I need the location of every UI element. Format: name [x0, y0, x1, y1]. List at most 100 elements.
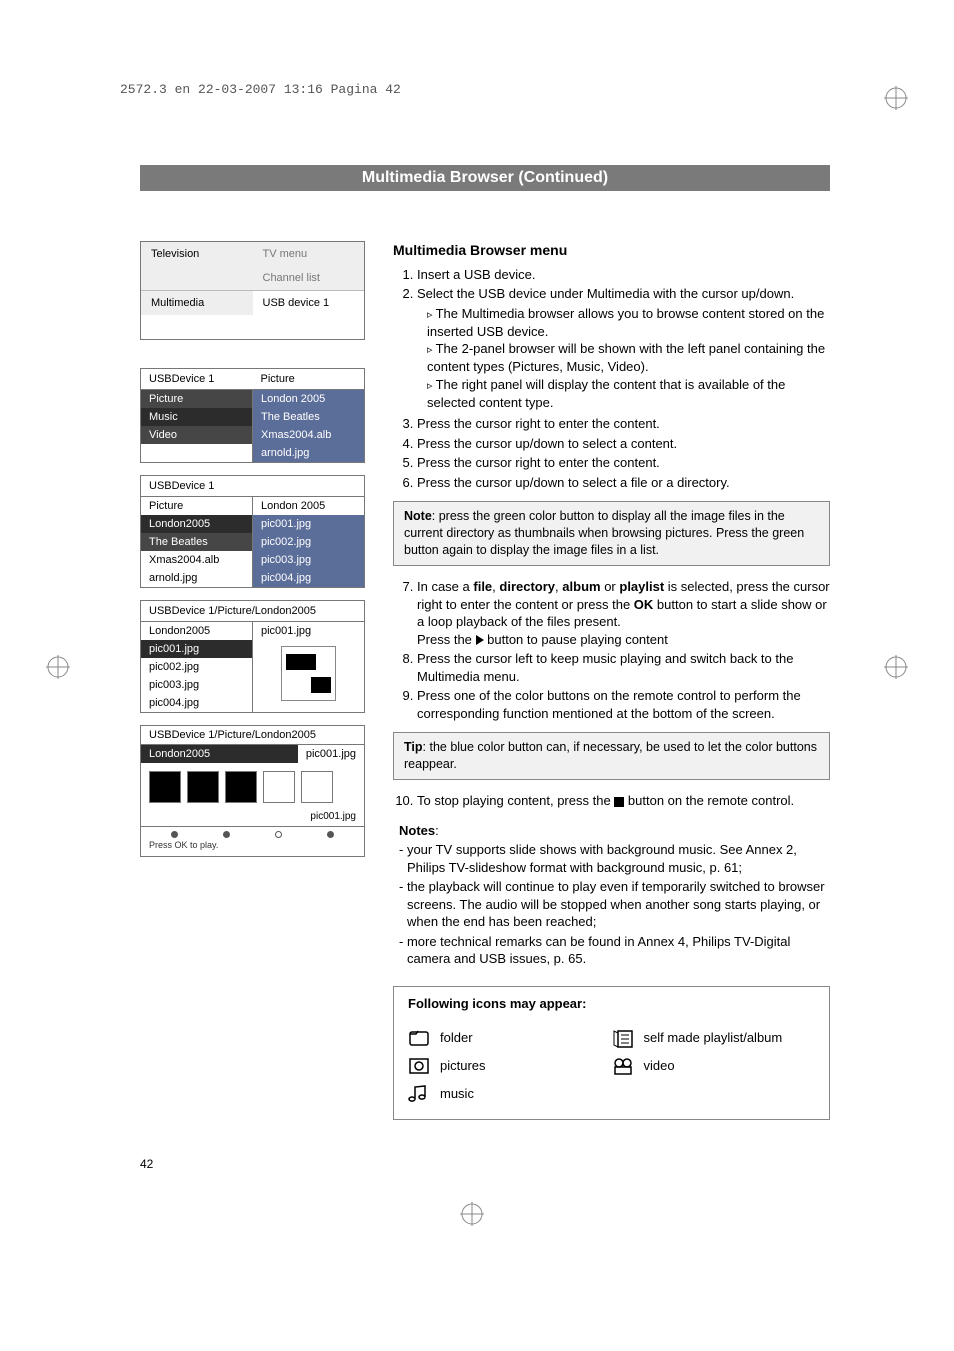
browser-panel-3: USBDevice 1/Picture/London2005 London200…: [140, 600, 365, 713]
b1-right-0: London 2005: [253, 390, 364, 408]
b1-head-left: USBDevice 1: [141, 369, 253, 389]
note-box-1: Note: press the green color button to di…: [393, 501, 830, 566]
music-icon: [408, 1083, 430, 1105]
b4-left: London2005: [141, 745, 298, 763]
b2-right-0: pic001.jpg: [253, 515, 364, 533]
video-icon: [612, 1055, 634, 1077]
play-icon: [476, 635, 484, 645]
notes-section: Notes: - your TV supports slide shows wi…: [393, 822, 830, 968]
instructions-list: Insert a USB device. Select the USB devi…: [393, 266, 830, 491]
step-2: Select the USB device under Multimedia w…: [417, 285, 830, 411]
dot-yellow-icon: [275, 831, 282, 838]
b1-left-2: Video: [141, 426, 252, 444]
right-column: Multimedia Browser menu Insert a USB dev…: [393, 241, 830, 1120]
notes-item: - the playback will continue to play eve…: [407, 878, 830, 931]
step-7: In case a file, directory, album or play…: [417, 578, 830, 648]
step-2-sub: The right panel will display the content…: [427, 376, 830, 411]
b1-right-3: arnold.jpg: [253, 444, 364, 462]
step-2-sub: The 2-panel browser will be shown with t…: [427, 340, 830, 375]
tv-menu-multimedia: Multimedia: [141, 291, 253, 315]
b3-right-head: pic001.jpg: [253, 622, 364, 640]
icon-folder: folder: [408, 1027, 612, 1049]
tv-menu-television: Television: [141, 242, 253, 266]
b3-path: USBDevice 1/Picture/London2005: [141, 601, 324, 621]
thumbnail-grid: [141, 763, 364, 811]
notes-item: - more technical remarks can be found in…: [407, 933, 830, 968]
b1-head-right: Picture: [253, 369, 365, 389]
icon-music: music: [408, 1083, 612, 1105]
b3-left-1: pic002.jpg: [141, 658, 252, 676]
icon-playlist: self made playlist/album: [612, 1027, 816, 1049]
b4-path: USBDevice 1/Picture/London2005: [141, 726, 364, 745]
b2-head: USBDevice 1: [141, 476, 222, 496]
browser-panel-2: USBDevice 1 Picture London2005 The Beatl…: [140, 475, 365, 588]
tv-menu-tvmenu: TV menu: [253, 242, 365, 266]
step-8: Press the cursor left to keep music play…: [417, 650, 830, 685]
icons-heading: Following icons may appear:: [408, 995, 815, 1013]
b3-left-0: pic001.jpg: [141, 640, 252, 658]
pictures-icon: [408, 1055, 430, 1077]
step-10: To stop playing content, press the butto…: [417, 792, 830, 810]
tv-menu-channel-list: Channel list: [253, 266, 365, 290]
step-5: Press the cursor right to enter the cont…: [417, 454, 830, 472]
icons-legend: Following icons may appear: folder pictu…: [393, 986, 830, 1120]
b1-left-0: Picture: [141, 390, 252, 408]
thumbnail: [301, 771, 333, 803]
step-9: Press one of the color buttons on the re…: [417, 687, 830, 722]
step-3: Press the cursor right to enter the cont…: [417, 415, 830, 433]
play-hint: Press OK to play.: [141, 840, 364, 856]
page-number: 42: [140, 1157, 153, 1171]
print-header: 2572.3 en 22-03-2007 13:16 Pagina 42: [120, 82, 401, 97]
section-title: Multimedia Browser (Continued): [140, 165, 830, 191]
b4-right: pic001.jpg: [298, 745, 364, 763]
folder-icon: [408, 1027, 430, 1049]
color-dots: [141, 826, 364, 840]
b2-left-4: arnold.jpg: [141, 569, 252, 587]
b1-left-1: Music: [141, 408, 252, 426]
b2-left-0: Picture: [141, 497, 252, 515]
dot-red-icon: [171, 831, 178, 838]
thumbnail-label: pic001.jpg: [141, 811, 364, 826]
page-body: Multimedia Browser (Continued) Televisio…: [140, 165, 830, 1120]
crop-mark-top: [884, 86, 908, 110]
browser-panel-4: USBDevice 1/Picture/London2005 London200…: [140, 725, 365, 857]
b1-right-1: The Beatles: [253, 408, 364, 426]
preview-thumbnail: [281, 646, 336, 701]
instructions-list-3: To stop playing content, press the butto…: [393, 792, 830, 810]
crop-mark-left: [46, 655, 70, 679]
b3-left-2: pic003.jpg: [141, 676, 252, 694]
instructions-list-2: In case a file, directory, album or play…: [393, 578, 830, 722]
b2-right-3: pic004.jpg: [253, 569, 364, 587]
playlist-icon: [612, 1027, 634, 1049]
b3-left-3: pic004.jpg: [141, 694, 252, 712]
thumbnail: [149, 771, 181, 803]
tip-box: Tip: the blue color button can, if neces…: [393, 732, 830, 780]
left-column: Television TV menu Channel list Multimed…: [140, 241, 365, 1120]
b2-right-head: London 2005: [253, 497, 364, 515]
icon-pictures: pictures: [408, 1055, 612, 1077]
crop-mark-bottom: [460, 1202, 484, 1226]
thumbnail: [187, 771, 219, 803]
step-4: Press the cursor up/down to select a con…: [417, 435, 830, 453]
b1-right-2: Xmas2004.alb: [253, 426, 364, 444]
step-2-sub: The Multimedia browser allows you to bro…: [427, 305, 830, 340]
tv-menu-panel: Television TV menu Channel list Multimed…: [140, 241, 365, 340]
dot-blue-icon: [327, 831, 334, 838]
b2-right-2: pic003.jpg: [253, 551, 364, 569]
crop-mark-right: [884, 655, 908, 679]
b2-left-2: The Beatles: [141, 533, 252, 551]
step-1: Insert a USB device.: [417, 266, 830, 284]
dot-green-icon: [223, 831, 230, 838]
tv-menu-usb: USB device 1: [253, 291, 365, 315]
stop-icon: [614, 797, 624, 807]
icon-video: video: [612, 1055, 816, 1077]
b2-left-1: London2005: [141, 515, 252, 533]
thumbnail: [263, 771, 295, 803]
instructions-heading: Multimedia Browser menu: [393, 241, 830, 260]
b2-left-3: Xmas2004.alb: [141, 551, 252, 569]
b3-left-head: London2005: [141, 622, 252, 640]
b2-right-1: pic002.jpg: [253, 533, 364, 551]
step-6: Press the cursor up/down to select a fil…: [417, 474, 830, 492]
notes-item: - your TV supports slide shows with back…: [407, 841, 830, 876]
browser-panel-1: USBDevice 1Picture Picture Music Video L…: [140, 368, 365, 463]
